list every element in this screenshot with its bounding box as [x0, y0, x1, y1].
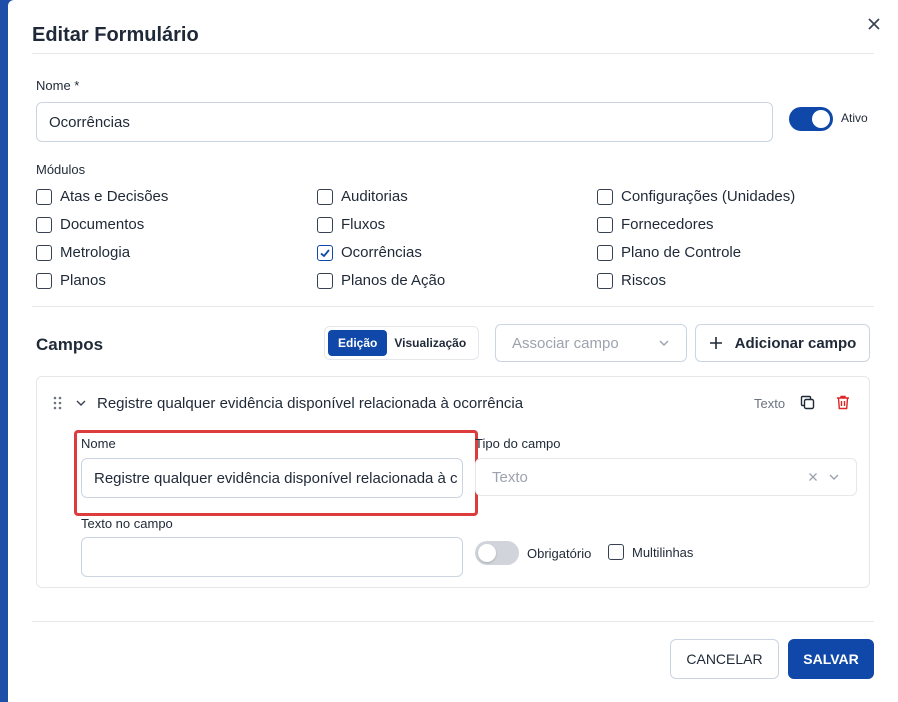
trash-icon[interactable] [836, 395, 850, 410]
checkbox-icon[interactable] [597, 216, 613, 233]
module-checkbox-documentos[interactable]: Documentos [36, 216, 144, 233]
module-checkbox-planos-acao[interactable]: Planos de Ação [317, 272, 445, 289]
modules-divider [32, 306, 874, 307]
field-name-label: Nome [81, 436, 116, 451]
field-name-input[interactable]: Registre qualquer evidência disponível r… [81, 458, 463, 498]
module-checkbox-auditorias[interactable]: Auditorias [317, 188, 408, 205]
checkbox-icon[interactable] [597, 188, 613, 205]
dialog-title: Editar Formulário [32, 24, 199, 46]
checkbox-icon[interactable] [36, 272, 52, 289]
checkbox-icon[interactable] [317, 188, 333, 205]
field-item-title: Registre qualquer evidência disponível r… [97, 395, 524, 412]
clear-icon[interactable] [808, 472, 818, 482]
checkbox-checked-icon[interactable] [317, 244, 333, 261]
module-checkbox-planos[interactable]: Planos [36, 272, 106, 289]
module-checkbox-atas[interactable]: Atas e Decisões [36, 188, 168, 205]
checkbox-icon[interactable] [36, 244, 52, 261]
close-icon[interactable] [866, 16, 882, 32]
checkbox-icon[interactable] [597, 272, 613, 289]
name-input[interactable]: Ocorrências [36, 102, 773, 142]
copy-icon[interactable] [800, 395, 815, 410]
field-type-label: Tipo do campo [475, 436, 561, 451]
module-checkbox-fluxos[interactable]: Fluxos [317, 216, 385, 233]
associate-field-placeholder: Associar campo [512, 334, 619, 352]
modules-label: Módulos [36, 162, 86, 177]
required-toggle[interactable] [475, 541, 519, 565]
checkbox-icon[interactable] [608, 544, 624, 560]
save-button[interactable]: SALVAR [788, 639, 874, 679]
checkbox-icon[interactable] [36, 216, 52, 233]
add-field-button[interactable]: Adicionar campo [695, 324, 870, 362]
tab-edicao[interactable]: Edição [328, 330, 388, 356]
name-label: Nome * [36, 78, 80, 93]
associate-field-select[interactable]: Associar campo [495, 324, 687, 362]
checkbox-icon[interactable] [317, 272, 333, 289]
field-placeholder-label: Texto no campo [81, 516, 173, 531]
module-checkbox-riscos[interactable]: Riscos [597, 272, 666, 289]
plus-icon [709, 337, 722, 349]
field-placeholder-input[interactable] [81, 537, 463, 577]
module-checkbox-ocorrencias[interactable]: Ocorrências [317, 244, 422, 261]
cancel-button[interactable]: CANCELAR [670, 639, 779, 679]
multiline-checkbox[interactable]: Multilinhas [608, 544, 693, 560]
active-label: Ativo [841, 111, 868, 125]
tab-visualizacao[interactable]: Visualização [390, 327, 478, 359]
fields-section-title: Campos [36, 335, 104, 354]
field-type-value: Texto [492, 468, 528, 486]
edit-form-dialog: Editar Formulário Nome * Ocorrências Ati… [8, 0, 898, 702]
field-type-badge: Texto [754, 396, 786, 411]
module-checkbox-configuracoes[interactable]: Configurações (Unidades) [597, 188, 795, 205]
chevron-down-icon[interactable] [75, 398, 87, 408]
chevron-down-icon [659, 340, 669, 346]
chevron-down-icon [829, 474, 839, 480]
footer-divider [32, 621, 874, 622]
view-mode-segmented: Edição Visualização [324, 326, 480, 360]
active-toggle[interactable] [789, 107, 833, 131]
module-checkbox-plano-controle[interactable]: Plano de Controle [597, 244, 741, 261]
checkbox-icon[interactable] [597, 244, 613, 261]
drag-handle-icon[interactable] [53, 396, 63, 410]
field-type-select[interactable]: Texto [475, 458, 857, 496]
checkbox-icon[interactable] [36, 188, 52, 205]
module-checkbox-metrologia[interactable]: Metrologia [36, 244, 130, 261]
checkbox-icon[interactable] [317, 216, 333, 233]
module-checkbox-fornecedores[interactable]: Fornecedores [597, 216, 714, 233]
header-divider [32, 53, 874, 54]
required-label: Obrigatório [527, 546, 592, 561]
